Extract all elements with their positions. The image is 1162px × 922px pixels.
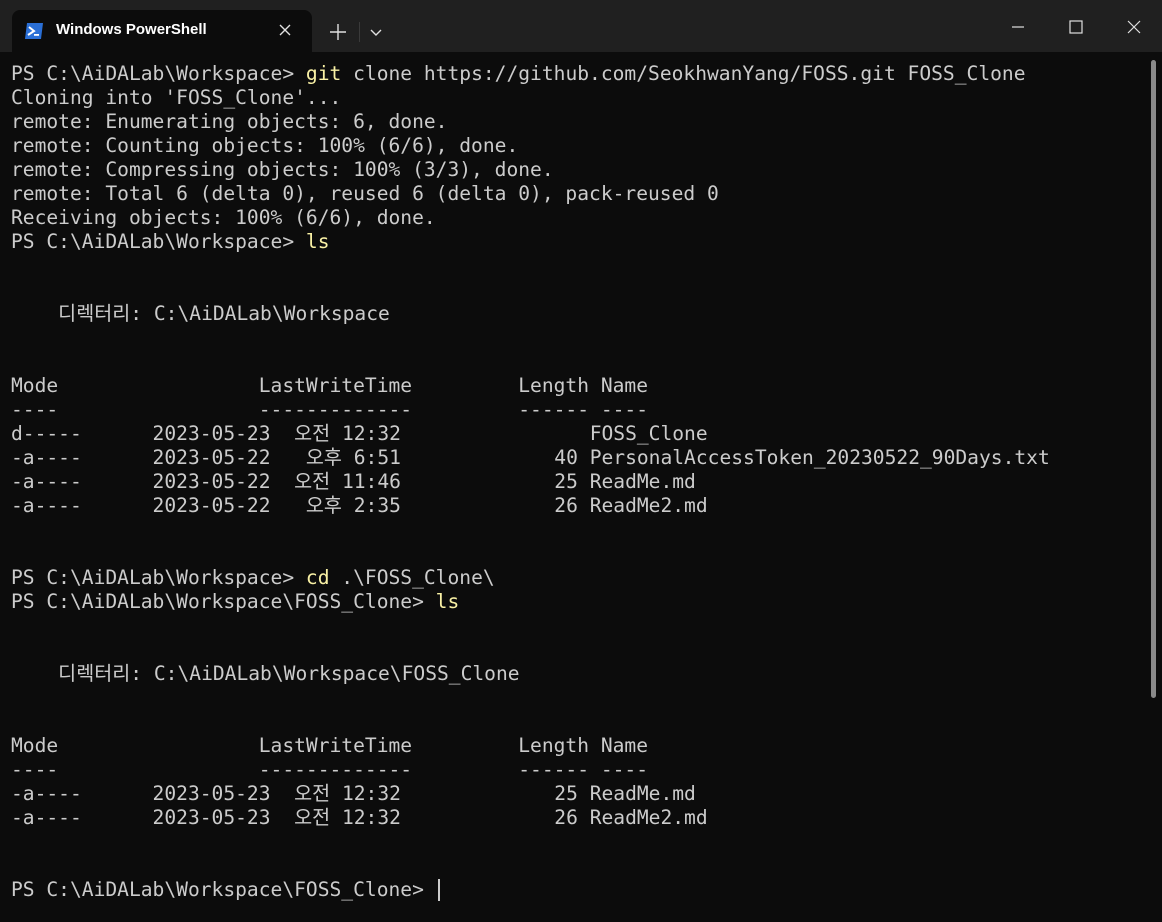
output-line: -a---- 2023-05-22 오전 11:46 25 ReadMe.md (11, 470, 1146, 494)
close-window-icon[interactable] (1110, 4, 1156, 48)
output-line: 디렉터리: C:\AiDALab\Workspace\FOSS_Clone (11, 662, 1146, 686)
output-line: Cloning into 'FOSS_Clone'... (11, 86, 1146, 110)
text-cursor[interactable] (437, 879, 440, 901)
terminal-output[interactable]: PS C:\AiDALab\Workspace> git clone https… (11, 62, 1146, 912)
output-line: remote: Enumerating objects: 6, done. (11, 110, 1146, 134)
output-line: -a---- 2023-05-23 오전 12:32 25 ReadMe.md (11, 782, 1146, 806)
plus-icon[interactable] (326, 20, 350, 44)
output-line: 디렉터리: C:\AiDALab\Workspace (11, 302, 1146, 326)
close-icon[interactable] (274, 19, 296, 41)
command-name: cd (305, 566, 330, 589)
command-name: git (305, 62, 342, 85)
output-text: Cloning into 'FOSS_Clone'... (11, 86, 342, 109)
output-line: d----- 2023-05-23 오전 12:32 FOSS_Clone (11, 422, 1146, 446)
output-line: remote: Total 6 (delta 0), reused 6 (del… (11, 182, 1146, 206)
tab-windows-powershell[interactable]: Windows PowerShell (12, 10, 312, 52)
output-text: -a---- 2023-05-22 오전 11:46 25 ReadMe.md (11, 470, 696, 493)
command-name: ls (435, 590, 460, 613)
maximize-icon[interactable] (1052, 4, 1098, 48)
output-line: -a---- 2023-05-22 오후 2:35 26 ReadMe2.md (11, 494, 1146, 518)
prompt-line: PS C:\AiDALab\Workspace> git clone https… (11, 62, 1146, 86)
tab-separator (359, 22, 360, 42)
output-line: -a---- 2023-05-22 오후 6:51 40 PersonalAcc… (11, 446, 1146, 470)
scrollbar[interactable] (1151, 60, 1156, 698)
output-text: ---- ------------- ------ ---- (11, 398, 649, 421)
output-text: remote: Compressing objects: 100% (3/3),… (11, 158, 554, 181)
prompt: PS C:\AiDALab\Workspace\FOSS_Clone> (11, 878, 436, 901)
output-line: remote: Compressing objects: 100% (3/3),… (11, 158, 1146, 182)
powershell-icon (24, 22, 44, 40)
prompt: PS C:\AiDALab\Workspace\FOSS_Clone> (11, 590, 436, 613)
terminal-window: Windows PowerShell PS C:\AiDALab\Workspa… (0, 0, 1162, 922)
output-text: -a---- 2023-05-23 오전 12:32 25 ReadMe.md (11, 782, 696, 805)
command-args: clone https://github.com/SeokhwanYang/FO… (341, 62, 1026, 85)
chevron-down-icon[interactable] (366, 20, 386, 44)
output-line: ---- ------------- ------ ---- (11, 398, 1146, 422)
output-line: remote: Counting objects: 100% (6/6), do… (11, 134, 1146, 158)
output-text: 디렉터리: C:\AiDALab\Workspace (11, 302, 390, 325)
output-text: remote: Total 6 (delta 0), reused 6 (del… (11, 182, 719, 205)
output-text: Mode LastWriteTime Length Name (11, 374, 649, 397)
output-line: ---- ------------- ------ ---- (11, 758, 1146, 782)
output-line: Mode LastWriteTime Length Name (11, 734, 1146, 758)
output-text: -a---- 2023-05-23 오전 12:32 26 ReadMe2.md (11, 806, 708, 829)
output-text: -a---- 2023-05-22 오후 2:35 26 ReadMe2.md (11, 494, 708, 517)
output-text: Mode LastWriteTime Length Name (11, 734, 649, 757)
tab-title: Windows PowerShell (56, 21, 207, 38)
command-name: ls (305, 230, 330, 253)
prompt-line: PS C:\AiDALab\Workspace\FOSS_Clone> (11, 878, 1146, 902)
prompt: PS C:\AiDALab\Workspace> (11, 62, 306, 85)
output-line: Mode LastWriteTime Length Name (11, 374, 1146, 398)
output-line: -a---- 2023-05-23 오전 12:32 26 ReadMe2.md (11, 806, 1146, 830)
output-text: Receiving objects: 100% (6/6), done. (11, 206, 436, 229)
prompt: PS C:\AiDALab\Workspace> (11, 230, 306, 253)
prompt-line: PS C:\AiDALab\Workspace\FOSS_Clone> ls (11, 590, 1146, 614)
command-args: .\FOSS_Clone\ (329, 566, 495, 589)
minimize-icon[interactable] (994, 4, 1040, 48)
output-text: 디렉터리: C:\AiDALab\Workspace\FOSS_Clone (11, 662, 520, 685)
output-text: remote: Enumerating objects: 6, done. (11, 110, 448, 133)
output-text: ---- ------------- ------ ---- (11, 758, 649, 781)
output-line: Receiving objects: 100% (6/6), done. (11, 206, 1146, 230)
output-text: remote: Counting objects: 100% (6/6), do… (11, 134, 519, 157)
prompt: PS C:\AiDALab\Workspace> (11, 566, 306, 589)
prompt-line: PS C:\AiDALab\Workspace> ls (11, 230, 1146, 254)
prompt-line: PS C:\AiDALab\Workspace> cd .\FOSS_Clone… (11, 566, 1146, 590)
title-bar: Windows PowerShell (0, 0, 1162, 52)
output-text: d----- 2023-05-23 오전 12:32 FOSS_Clone (11, 422, 708, 445)
output-text: -a---- 2023-05-22 오후 6:51 40 PersonalAcc… (11, 446, 1050, 469)
